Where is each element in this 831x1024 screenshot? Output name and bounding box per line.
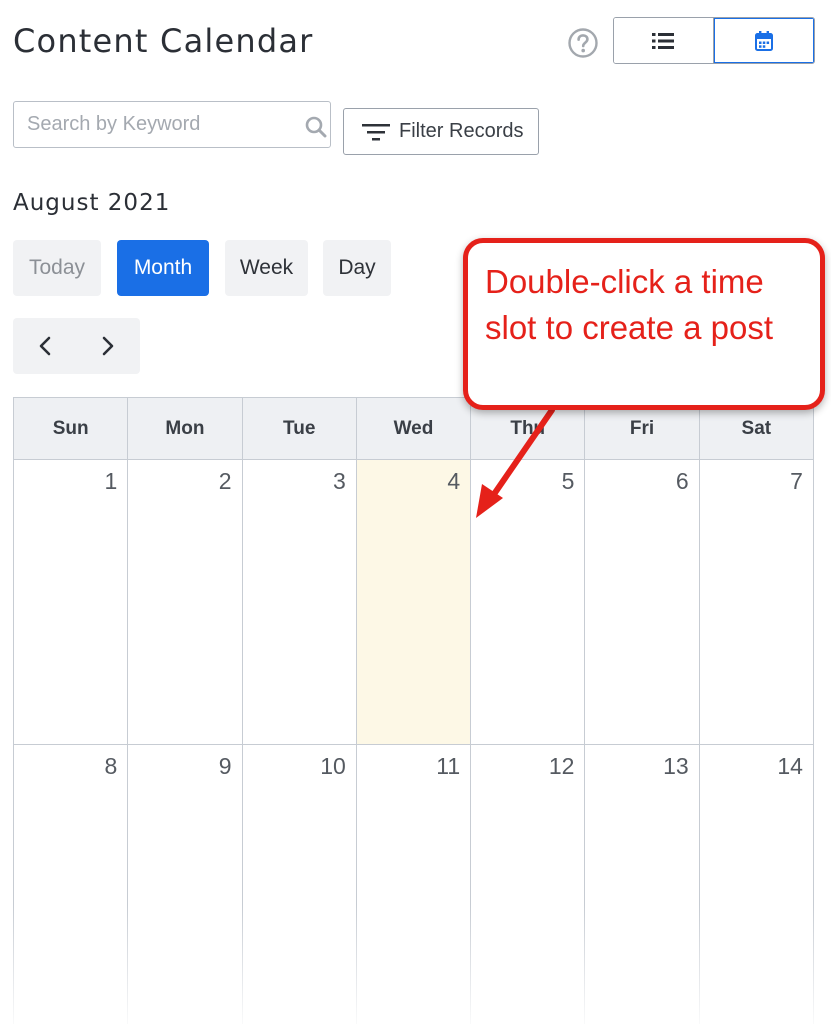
previous-button[interactable] bbox=[13, 318, 77, 374]
today-button[interactable]: Today bbox=[13, 240, 101, 296]
day-cell-5[interactable]: 5 bbox=[471, 460, 586, 744]
day-number: 4 bbox=[447, 468, 461, 494]
day-number: 14 bbox=[777, 753, 803, 779]
day-cell-12[interactable]: 12 bbox=[471, 745, 586, 1024]
day-number: 3 bbox=[333, 468, 346, 494]
day-view-button[interactable]: Day bbox=[323, 240, 391, 296]
day-cell-1[interactable]: 1 bbox=[14, 460, 129, 744]
day-number: 13 bbox=[663, 753, 689, 779]
annotation-callout: Double-click a time slot to create a pos… bbox=[463, 238, 825, 410]
day-number: 5 bbox=[561, 468, 575, 494]
day-cell-7[interactable]: 7 bbox=[699, 460, 814, 744]
calendar-week-1: 1 2 3 4 5 6 7 bbox=[14, 460, 814, 745]
weekday-sun: Sun bbox=[14, 398, 129, 459]
day-number: 11 bbox=[436, 753, 461, 779]
day-cell-8[interactable]: 8 bbox=[14, 745, 129, 1024]
day-cell-11[interactable]: 11 bbox=[356, 745, 472, 1024]
day-number: 6 bbox=[675, 468, 689, 494]
day-cell-9[interactable]: 9 bbox=[128, 745, 243, 1024]
weekday-wed: Wed bbox=[357, 398, 472, 459]
day-cell-2[interactable]: 2 bbox=[128, 460, 243, 744]
day-number: 2 bbox=[218, 468, 232, 494]
date-navigation bbox=[13, 318, 140, 374]
view-toggle bbox=[613, 17, 815, 64]
next-button[interactable] bbox=[77, 318, 141, 374]
day-number: 10 bbox=[320, 753, 346, 779]
day-number: 9 bbox=[218, 753, 232, 779]
month-view-button[interactable]: Month bbox=[117, 240, 209, 296]
search-input[interactable] bbox=[14, 102, 284, 147]
calendar-view-button[interactable] bbox=[713, 18, 814, 63]
chevron-left-icon bbox=[39, 336, 51, 356]
page-title: Content Calendar bbox=[13, 22, 314, 60]
day-number: 1 bbox=[104, 468, 118, 494]
question-circle-icon[interactable] bbox=[567, 27, 599, 59]
search-icon[interactable] bbox=[305, 116, 327, 138]
filter-records-label: Filter Records bbox=[399, 120, 524, 142]
list-icon bbox=[652, 32, 675, 49]
list-view-button[interactable] bbox=[614, 18, 714, 63]
week-view-button[interactable]: Week bbox=[225, 240, 308, 296]
day-cell-13[interactable]: 13 bbox=[585, 745, 700, 1024]
weekday-tue: Tue bbox=[243, 398, 357, 459]
filter-records-button[interactable]: Filter Records bbox=[343, 108, 539, 155]
filter-icon bbox=[362, 123, 390, 140]
day-number: 8 bbox=[104, 753, 118, 779]
annotation-text: Double-click a time slot to create a pos… bbox=[485, 263, 773, 346]
day-cell-4-today[interactable]: 4 bbox=[356, 460, 472, 744]
calendar-icon bbox=[754, 30, 773, 51]
month-label: August 2021 bbox=[13, 190, 171, 216]
day-cell-6[interactable]: 6 bbox=[585, 460, 700, 744]
day-number: 12 bbox=[548, 753, 575, 779]
chevron-right-icon bbox=[102, 336, 114, 356]
day-cell-14[interactable]: 14 bbox=[699, 745, 814, 1024]
calendar-week-2: 8 9 10 11 12 13 14 bbox=[14, 745, 814, 1024]
search-box bbox=[13, 101, 331, 148]
day-cell-3[interactable]: 3 bbox=[242, 460, 357, 744]
day-number: 7 bbox=[790, 468, 803, 494]
month-calendar: Sun Mon Tue Wed Thu Fri Sat 1 2 3 4 5 6 … bbox=[13, 397, 814, 1024]
weekday-mon: Mon bbox=[128, 398, 243, 459]
day-cell-10[interactable]: 10 bbox=[242, 745, 357, 1024]
